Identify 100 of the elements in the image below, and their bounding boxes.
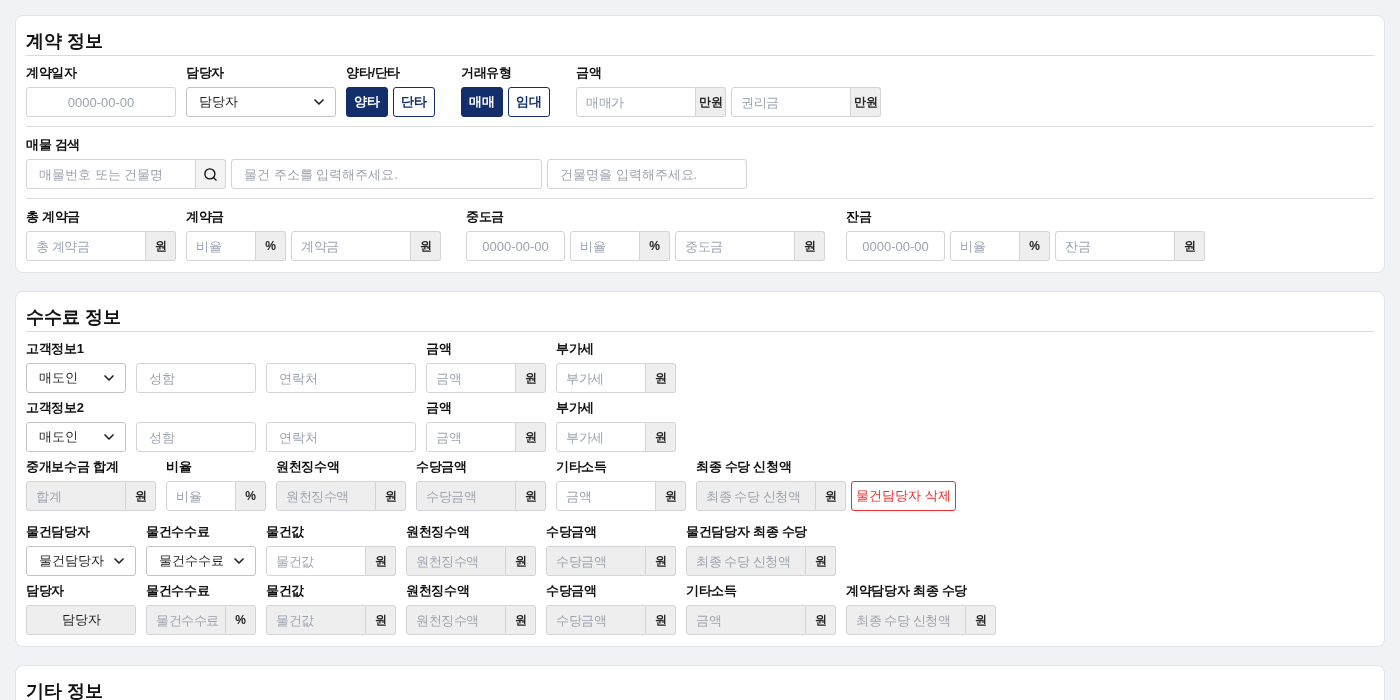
- unit-label: 원: [795, 231, 825, 261]
- toggle-button[interactable]: 매매: [461, 87, 503, 117]
- select-dropdown[interactable]: 매도인: [26, 363, 126, 393]
- field-label: 물건수수료: [146, 582, 211, 600]
- toggle-button[interactable]: 양타: [346, 87, 388, 117]
- unit-label: 원: [146, 231, 176, 261]
- date-field[interactable]: 0000-00-00: [466, 231, 565, 261]
- unit-label: 원: [366, 605, 396, 635]
- field-label: 최종 수당 신청액: [696, 458, 793, 476]
- date-field[interactable]: 0000-00-00: [846, 231, 945, 261]
- field-label: 계약담당자 최종 수당: [846, 582, 968, 600]
- field-label: 중도금: [466, 208, 506, 226]
- delete-button[interactable]: 물건담당자 삭제: [851, 481, 956, 511]
- input-field[interactable]: 금액: [426, 422, 516, 452]
- field-label: 계약금: [186, 208, 226, 226]
- field-label: 거래유형: [461, 64, 513, 82]
- field-label: 부가세: [556, 340, 596, 358]
- section-title: 수수료 정보: [26, 306, 122, 329]
- unit-label: 원: [816, 481, 846, 511]
- input-field[interactable]: 총 계약금: [26, 231, 146, 261]
- field-label: 부가세: [556, 399, 596, 417]
- field-label: 금액: [426, 340, 453, 358]
- unit-label: 원: [376, 481, 406, 511]
- unit-label: 만원: [851, 87, 881, 117]
- select-dropdown[interactable]: 물건수수료: [146, 546, 256, 576]
- search-button[interactable]: [196, 159, 226, 189]
- input-field[interactable]: 건물명을 입력해주세요.: [547, 159, 747, 189]
- search-icon: [203, 166, 218, 182]
- input-field[interactable]: 연락처: [266, 422, 416, 452]
- field-label: 수당금액: [416, 458, 468, 476]
- input-field[interactable]: 성함: [136, 422, 256, 452]
- field-label: 고객정보1: [26, 340, 85, 358]
- select-dropdown[interactable]: 매도인: [26, 422, 126, 452]
- field-label: 수당금액: [546, 523, 598, 541]
- search-field[interactable]: 매물번호 또는 건물명: [26, 159, 196, 189]
- unit-label: %: [236, 481, 266, 511]
- field-label: 원천징수액: [276, 458, 341, 476]
- section-title: 계약 정보: [26, 30, 104, 53]
- field-label: 비율: [166, 458, 193, 476]
- input-field[interactable]: 연락처: [266, 363, 416, 393]
- unit-label: %: [226, 605, 256, 635]
- unit-label: 원: [411, 231, 441, 261]
- input-field[interactable]: 물건값: [266, 546, 366, 576]
- input-field[interactable]: 부가세: [556, 422, 646, 452]
- field-label: 물건값: [266, 582, 306, 600]
- unit-label: 원: [516, 422, 546, 452]
- field-label: 양타/단타: [346, 64, 402, 82]
- unit-label: 원: [646, 363, 676, 393]
- date-field[interactable]: 0000-00-00: [26, 87, 176, 117]
- input-field[interactable]: 부가세: [556, 363, 646, 393]
- field-label: 기타소득: [686, 582, 738, 600]
- field-label: 물건담당자: [26, 523, 91, 541]
- input-field[interactable]: 성함: [136, 363, 256, 393]
- field-label: 금액: [426, 399, 453, 417]
- field-label: 수당금액: [546, 582, 598, 600]
- field-label: 원천징수액: [406, 582, 471, 600]
- input-field[interactable]: 계약금: [291, 231, 411, 261]
- field-label: 계약일자: [26, 64, 78, 82]
- field-label: 기타소득: [556, 458, 608, 476]
- input-field[interactable]: 비율: [570, 231, 640, 261]
- field-label: 물건수수료: [146, 523, 211, 541]
- toggle-button[interactable]: 임대: [508, 87, 550, 117]
- unit-label: 원: [656, 481, 686, 511]
- field-label: 잔금: [846, 208, 873, 226]
- input-field[interactable]: 금액: [426, 363, 516, 393]
- input-field[interactable]: 권리금: [731, 87, 851, 117]
- input-field[interactable]: 물건 주소를 입력해주세요.: [231, 159, 542, 189]
- select-dropdown[interactable]: 물건담당자: [26, 546, 136, 576]
- unit-label: 원: [1175, 231, 1205, 261]
- field-label: 매물 검색: [26, 136, 82, 154]
- field-label: 물건값: [266, 523, 306, 541]
- input-field[interactable]: 비율: [186, 231, 256, 261]
- unit-label: 만원: [696, 87, 726, 117]
- unit-label: 원: [966, 605, 996, 635]
- input-field[interactable]: 금액: [556, 481, 656, 511]
- field-label: 담당자: [186, 64, 226, 82]
- unit-label: 원: [506, 605, 536, 635]
- unit-label: 원: [506, 546, 536, 576]
- input-field[interactable]: 매매가: [576, 87, 696, 117]
- unit-label: 원: [806, 546, 836, 576]
- field-label: 물건담당자 최종 수당: [686, 523, 808, 541]
- select-dropdown[interactable]: 담당자: [186, 87, 336, 117]
- input-field[interactable]: 비율: [166, 481, 236, 511]
- static-field: 담당자: [26, 605, 136, 635]
- unit-label: 원: [646, 605, 676, 635]
- field-label: 원천징수액: [406, 523, 471, 541]
- input-field[interactable]: 잔금: [1055, 231, 1175, 261]
- unit-label: %: [640, 231, 670, 261]
- field-label: 중개보수금 합계: [26, 458, 120, 476]
- unit-label: 원: [806, 605, 836, 635]
- input-field[interactable]: 중도금: [675, 231, 795, 261]
- input-field[interactable]: 비율: [950, 231, 1020, 261]
- unit-label: 원: [126, 481, 156, 511]
- unit-label: 원: [516, 481, 546, 511]
- field-label: 금액: [576, 64, 603, 82]
- unit-label: 원: [646, 422, 676, 452]
- toggle-button[interactable]: 단타: [393, 87, 435, 117]
- field-label: 담당자: [26, 582, 66, 600]
- field-label: 총 계약금: [26, 208, 82, 226]
- unit-label: %: [1020, 231, 1050, 261]
